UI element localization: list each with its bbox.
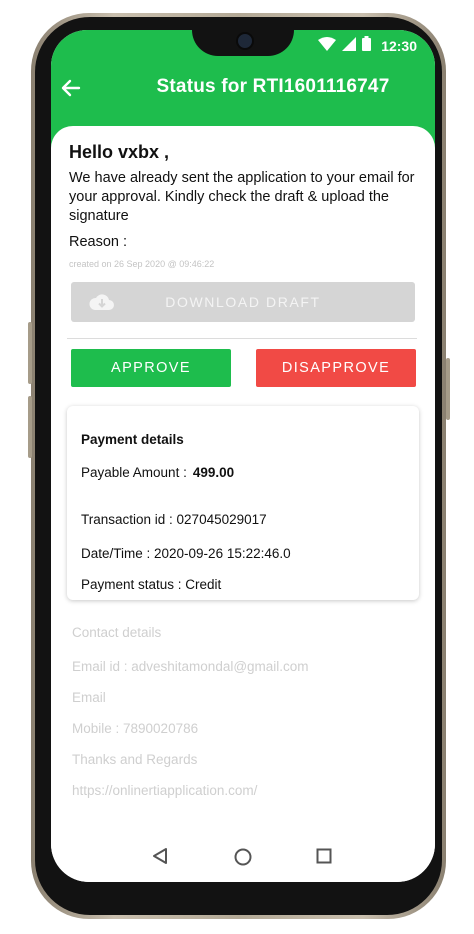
square-recents-icon[interactable] <box>315 847 333 870</box>
disapprove-button[interactable]: DISAPPROVE <box>256 349 416 387</box>
payment-details-card: Payment details Payable Amount : 499.00 T… <box>67 406 419 600</box>
approval-message: We have already sent the application to … <box>69 170 415 224</box>
volume-down-button <box>28 396 32 458</box>
phone-screen: 12:30 Status for RTI1601116747 Hello vxb… <box>51 30 435 882</box>
arrow-left-icon[interactable] <box>59 76 83 100</box>
signal-icon <box>342 36 357 56</box>
payment-datetime: Date/Time : 2020-09-26 15:22:46.0 <box>81 546 291 561</box>
approve-button[interactable]: APPROVE <box>71 349 231 387</box>
created-timestamp: created on 26 Sep 2020 @ 09:46:22 <box>69 259 215 269</box>
cloud-download-icon <box>89 292 115 315</box>
status-time: 12:30 <box>381 38 417 54</box>
thanks-regards: Thanks and Regards <box>72 752 198 767</box>
section-divider <box>67 338 417 339</box>
payable-amount-value: 499.00 <box>192 465 235 480</box>
battery-icon <box>362 36 372 56</box>
payment-status: Payment status : Credit <box>81 577 222 592</box>
front-camera <box>236 32 254 50</box>
download-draft-button[interactable]: DOWNLOAD DRAFT <box>71 282 415 322</box>
contact-details-heading: Contact details <box>72 625 162 640</box>
power-button <box>446 358 450 420</box>
greeting: Hello vxbx , <box>69 142 170 162</box>
triangle-back-icon[interactable] <box>151 847 169 870</box>
system-nav-bar <box>51 835 435 882</box>
wifi-icon <box>318 36 337 56</box>
payable-amount-row: Payable Amount : 499.00 <box>81 465 234 480</box>
website-link[interactable]: https://onlinertiapplication.com/ <box>72 783 257 798</box>
reason-label: Reason : <box>69 234 128 250</box>
volume-up-button <box>28 322 32 384</box>
contact-email-label: Email <box>72 690 106 705</box>
circle-home-icon[interactable] <box>233 847 253 872</box>
payment-details-title: Payment details <box>81 432 184 447</box>
download-draft-label: DOWNLOAD DRAFT <box>165 294 321 310</box>
contact-email-id: Email id : adveshitamondal@gmail.com <box>72 659 309 674</box>
contact-mobile: Mobile : 7890020786 <box>72 721 199 736</box>
status-bar: 12:30 <box>318 36 417 56</box>
payable-amount-label: Payable Amount : <box>81 465 187 480</box>
page-title: Status for RTI1601116747 <box>156 76 390 97</box>
transaction-id: Transaction id : 027045029017 <box>81 512 267 527</box>
